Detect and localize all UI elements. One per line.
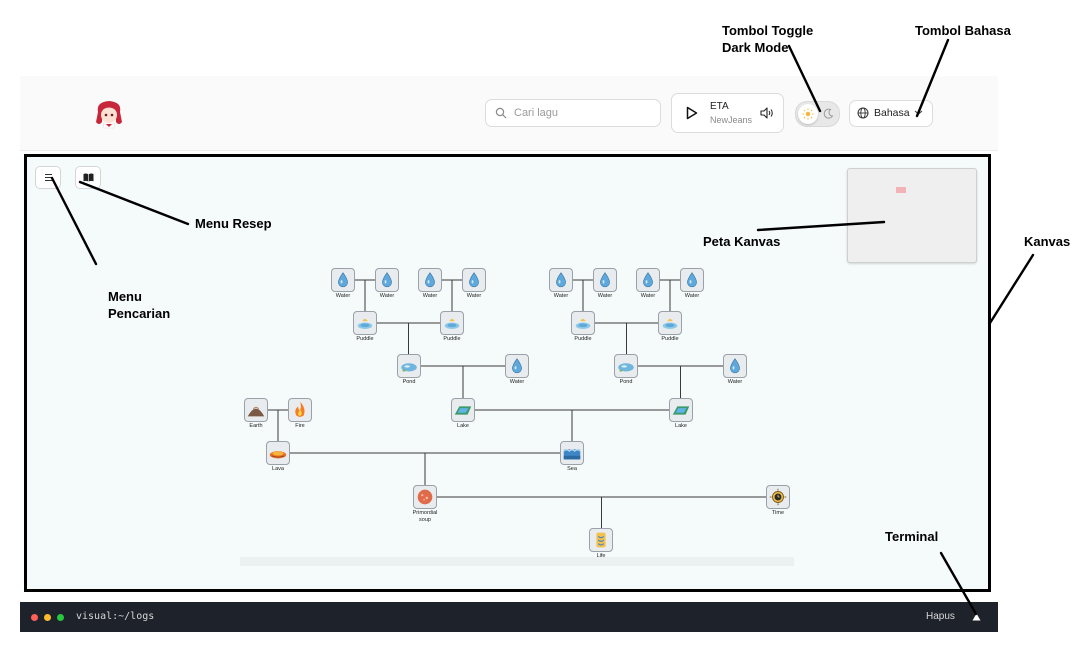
annotation-recipe-menu: Menu Resep: [195, 216, 272, 231]
annotation-search-menu: Menu Pencarian: [108, 289, 171, 321]
annotation-canvas-map: Peta Kanvas: [703, 234, 781, 249]
annotation-canvas: Kanvas: [1024, 234, 1071, 249]
annotation-terminal: Terminal: [885, 529, 939, 544]
annotation-arrows: [50, 38, 1035, 616]
